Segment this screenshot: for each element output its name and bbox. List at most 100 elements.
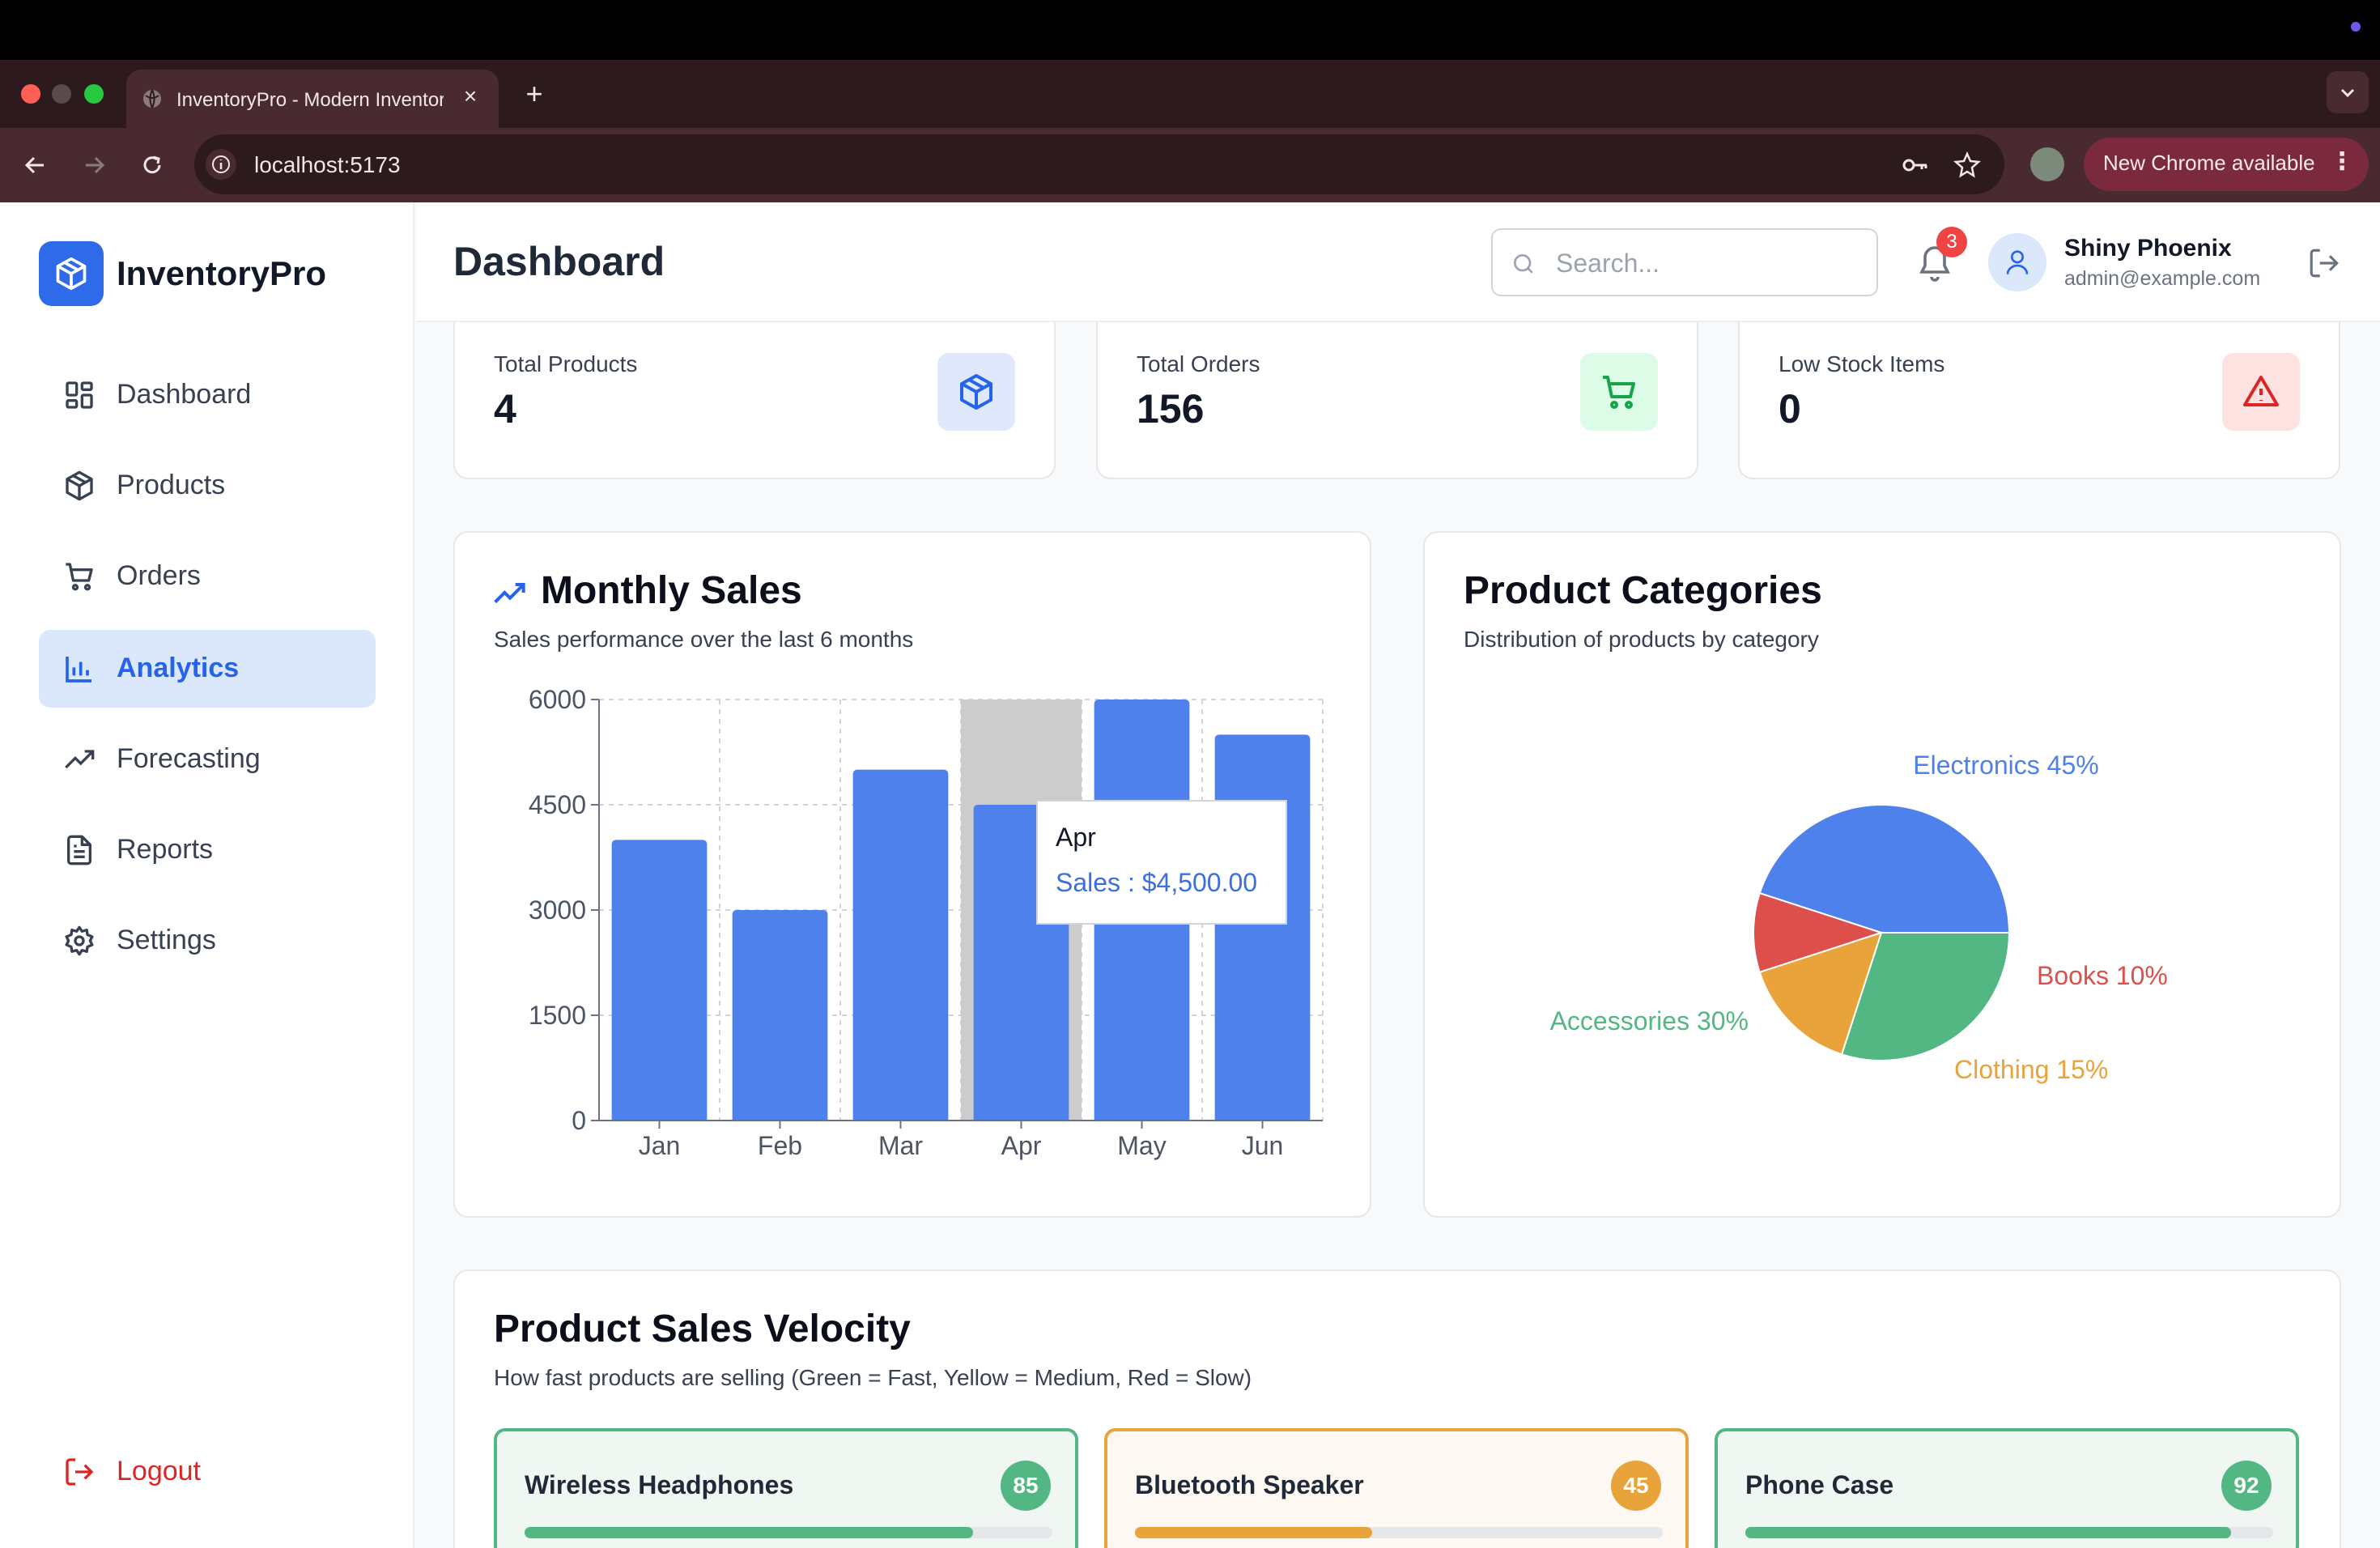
velocity-fill [525, 1527, 974, 1538]
gear-icon [65, 925, 94, 956]
chrome-update-button[interactable]: New Chrome available ⋮ [2084, 138, 2369, 191]
back-arrow-icon[interactable] [18, 147, 53, 183]
window-minimize-button[interactable] [52, 84, 71, 104]
sidebar-item-settings[interactable]: Settings [39, 902, 376, 980]
box-icon [66, 470, 93, 501]
star-icon[interactable] [1951, 149, 1983, 181]
brand-name: InventoryPro [117, 254, 327, 292]
sidebar-item-label: Analytics [117, 653, 240, 683]
velocity-track [525, 1527, 1052, 1538]
sidebar-item-label: Products [117, 470, 226, 500]
sidebar-item-analytics[interactable]: Analytics [39, 630, 376, 708]
status-dot [2351, 22, 2361, 32]
stat-label: Total Orders [1137, 351, 1260, 376]
sidebar-item-label: Dashboard [117, 379, 252, 410]
stat-card-low-stock: Low Stock Items 0 [1738, 322, 2340, 479]
velocity-track [1135, 1527, 1663, 1538]
stat-icon-box [937, 353, 1015, 431]
search-box[interactable] [1491, 228, 1878, 296]
os-menu-bar [0, 0, 2380, 60]
stat-icon-box [1580, 353, 1658, 431]
window-zoom-button[interactable] [84, 84, 104, 104]
product-name: Phone Case [1745, 1470, 1894, 1499]
tab-close-icon[interactable]: × [457, 83, 484, 110]
tab-title: InventoryPro - Modern Inventory Manageme… [176, 89, 444, 111]
logout-label: Logout [117, 1456, 201, 1486]
card-subtitle: How fast products are selling (Green = F… [494, 1365, 1252, 1390]
velocity-item[interactable]: Wireless Headphones 85 [494, 1428, 1078, 1548]
dashboard-icon [66, 381, 93, 409]
notification-badge: 3 [1936, 227, 1967, 257]
app-logo [39, 241, 104, 306]
velocity-fill [1745, 1527, 2231, 1538]
stat-value: 4 [494, 386, 516, 432]
product-name: Bluetooth Speaker [1135, 1470, 1364, 1499]
trend-icon [65, 750, 95, 769]
trend-icon [494, 583, 525, 604]
velocity-item[interactable]: Phone Case 92 [1715, 1428, 2299, 1548]
velocity-track [1745, 1527, 2273, 1538]
sidebar-item-orders[interactable]: Orders [39, 538, 376, 615]
product-categories-card: Product Categories Distribution of produ… [1423, 531, 2341, 1218]
chevron-down-icon [2340, 88, 2355, 98]
stat-value: 0 [1779, 386, 1801, 432]
sidebar-item-label: Orders [117, 560, 201, 591]
new-tab-button[interactable]: + [518, 78, 550, 110]
card-title: Product Sales Velocity [494, 1308, 911, 1350]
box-icon [56, 257, 87, 291]
user-email: admin@example.com [2064, 267, 2261, 290]
card-title: Monthly Sales [541, 569, 802, 612]
velocity-score-badge: 92 [2221, 1461, 2272, 1511]
card-subtitle: Sales performance over the last 6 months [494, 627, 914, 652]
sidebar-item-label: Reports [117, 834, 214, 865]
logout-icon [66, 1458, 94, 1486]
sidebar: InventoryPro Dashboard Products Orders A… [0, 202, 414, 1548]
tooltip-month: Apr [1056, 823, 1096, 852]
tooltip-value: Sales : $4,500.00 [1056, 868, 1258, 897]
tab-search-button[interactable] [2327, 71, 2369, 113]
user-icon [2006, 250, 2029, 274]
avatar[interactable] [1988, 233, 2046, 291]
sidebar-item-forecasting[interactable]: Forecasting [39, 721, 376, 798]
logout-icon[interactable] [2307, 246, 2341, 280]
stat-icon-box [2222, 353, 2300, 431]
warning-icon [2243, 376, 2279, 406]
url-text: localhost:5173 [254, 152, 401, 177]
chart-tooltip: Apr Sales : $4,500.00 [1036, 800, 1287, 925]
site-info-icon[interactable] [206, 149, 236, 180]
velocity-item[interactable]: Bluetooth Speaker 45 [1104, 1428, 1689, 1548]
sidebar-item-products[interactable]: Products [39, 447, 376, 525]
user-name: Shiny Phoenix [2064, 235, 2232, 262]
sidebar-item-dashboard[interactable]: Dashboard [39, 356, 376, 434]
top-header: Dashboard 3 Shiny Phoenix admin@example.… [416, 202, 2380, 322]
product-name: Wireless Headphones [525, 1470, 794, 1499]
address-bar[interactable] [194, 134, 2004, 194]
search-icon [1514, 254, 1533, 274]
card-title: Product Categories [1464, 569, 1822, 612]
forward-arrow-icon[interactable] [76, 147, 112, 183]
stat-label: Low Stock Items [1779, 351, 1945, 376]
key-icon[interactable] [1899, 149, 1932, 181]
velocity-fill [1135, 1527, 1373, 1538]
reload-icon[interactable] [134, 147, 170, 183]
more-menu-icon: ⋮ [2330, 148, 2354, 175]
stat-card-total-orders: Total Orders 156 [1096, 322, 1698, 479]
browser-profile-avatar[interactable] [2030, 147, 2064, 181]
cart-icon [66, 563, 93, 591]
logout-button[interactable]: Logout [39, 1441, 282, 1503]
window-close-button[interactable] [21, 84, 40, 104]
sidebar-item-label: Settings [117, 925, 216, 955]
page-title: Dashboard [453, 239, 665, 284]
bar-chart-icon [66, 657, 91, 683]
stat-value: 156 [1137, 386, 1205, 432]
stat-label: Total Products [494, 351, 638, 376]
browser-tab[interactable]: InventoryPro - Modern Inventory Manageme… [126, 70, 499, 128]
sidebar-item-label: Forecasting [117, 743, 261, 774]
globe-icon [143, 89, 161, 108]
search-input[interactable] [1556, 245, 1864, 282]
stat-card-total-products: Total Products 4 [453, 322, 1056, 479]
box-icon [960, 374, 992, 410]
sidebar-item-reports[interactable]: Reports [39, 811, 376, 889]
document-icon [67, 835, 92, 865]
cart-icon [1603, 376, 1635, 409]
